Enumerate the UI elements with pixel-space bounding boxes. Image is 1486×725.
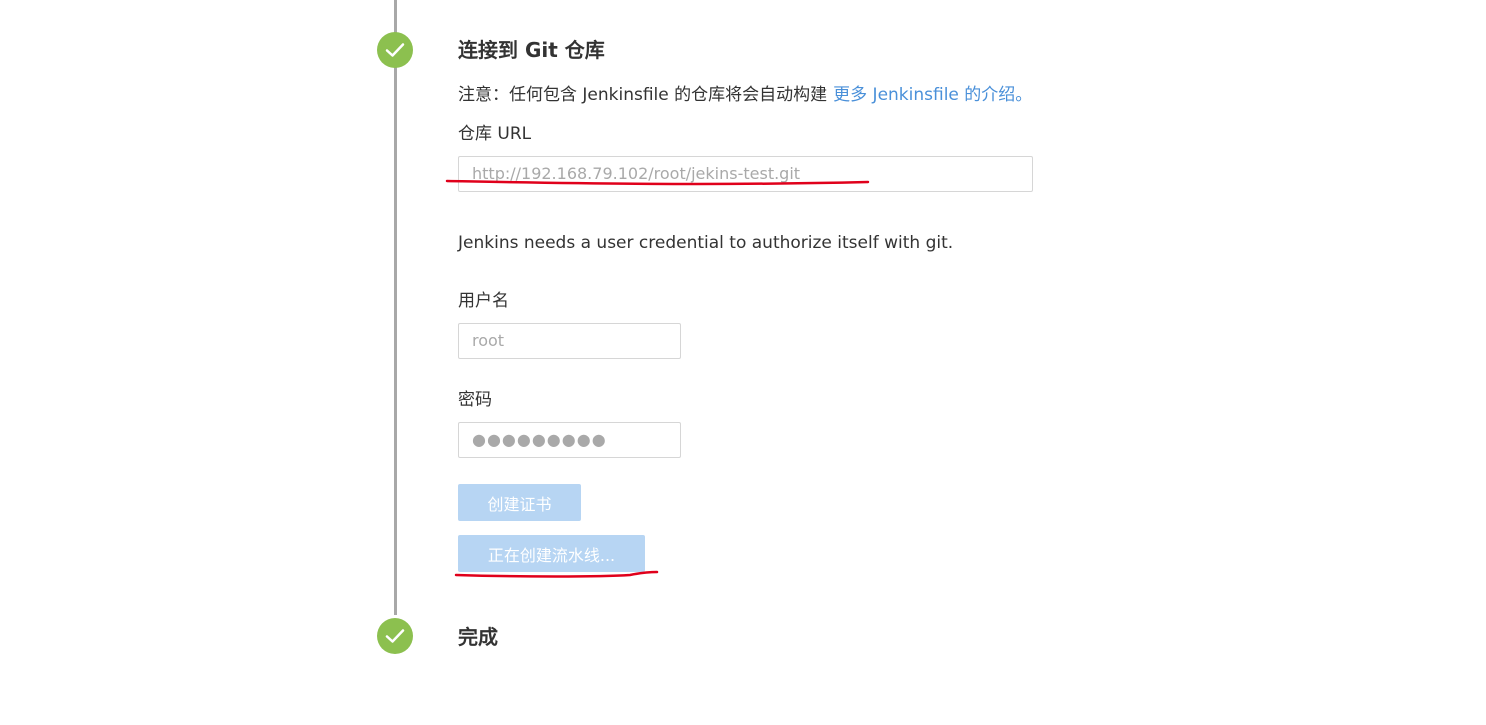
step-title-done: 完成 xyxy=(458,625,498,649)
jenkinsfile-info-link[interactable]: 更多 Jenkinsfile 的介绍。 xyxy=(833,85,1032,105)
pipeline-creation-page: 连接到 Git 仓库 注意：任何包含 Jenkinsfile 的仓库将会自动构建… xyxy=(0,0,1486,725)
repo-url-input[interactable]: http://192.168.79.102/root/jekins-test.g… xyxy=(458,156,1033,192)
timeline-line xyxy=(394,0,397,615)
check-icon xyxy=(385,629,405,643)
note-text: 注意：任何包含 Jenkinsfile 的仓库将会自动构建 xyxy=(458,85,828,105)
red-underline-creating-button xyxy=(454,570,659,578)
password-label: 密码 xyxy=(458,390,492,410)
step-complete-check-icon xyxy=(377,618,413,654)
create-credential-button[interactable]: 创建证书 xyxy=(458,484,581,521)
credential-help-text: Jenkins needs a user credential to autho… xyxy=(458,233,954,253)
jenkinsfile-note: 注意：任何包含 Jenkinsfile 的仓库将会自动构建 更多 Jenkinsf… xyxy=(458,80,1032,105)
username-label: 用户名 xyxy=(458,291,509,311)
creating-pipeline-button[interactable]: 正在创建流水线... xyxy=(458,535,645,572)
check-icon xyxy=(385,43,405,57)
step-complete-check-icon xyxy=(377,32,413,68)
password-input[interactable]: ●●●●●●●●● xyxy=(458,422,681,458)
step-title-connect-git: 连接到 Git 仓库 xyxy=(458,38,605,62)
repo-url-label: 仓库 URL xyxy=(458,124,532,144)
username-input[interactable]: root xyxy=(458,323,681,359)
red-underline-annotations xyxy=(445,179,870,578)
